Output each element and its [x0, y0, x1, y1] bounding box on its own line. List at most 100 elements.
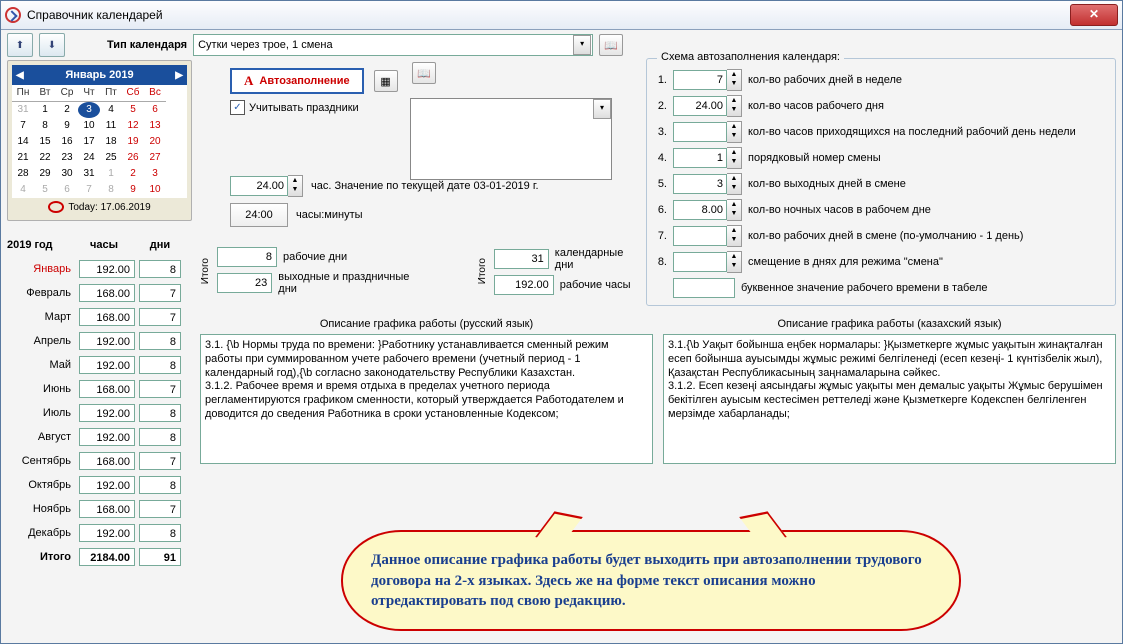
calendar-day[interactable]: 6 — [144, 102, 166, 118]
calendar-day[interactable]: 4 — [100, 102, 122, 118]
calendar-day[interactable]: 20 — [144, 134, 166, 150]
scheme-spinner[interactable]: ▲▼ — [673, 95, 742, 117]
chevron-down-icon[interactable]: ▾ — [573, 35, 591, 55]
calendar-day[interactable]: 23 — [56, 150, 78, 166]
calendar-day[interactable]: 29 — [34, 166, 56, 182]
calendar-day[interactable]: 7 — [78, 182, 100, 198]
calendar-day[interactable]: 5 — [122, 102, 144, 118]
calendar-day[interactable]: 2 — [122, 166, 144, 182]
calendar-day[interactable]: 5 — [34, 182, 56, 198]
calendar-day[interactable]: 13 — [144, 118, 166, 134]
lookup-button[interactable]: 📖 — [599, 34, 623, 56]
work-days-value: 8 — [217, 247, 277, 267]
bold-a-icon: A — [244, 73, 253, 89]
move-up-button[interactable]: ⬆ — [7, 33, 33, 57]
calendar-day[interactable]: 25 — [100, 150, 122, 166]
scheme-spinner[interactable]: ▲▼ — [673, 147, 742, 169]
scheme-row: 7.▲▼кол-во рабочих дней в смене (по-умол… — [653, 223, 1109, 249]
calendar-day[interactable]: 16 — [56, 134, 78, 150]
type-label: Тип календаря — [107, 39, 187, 51]
calendar-day[interactable]: 1 — [34, 102, 56, 118]
desc-kz-text[interactable]: 3.1.{\b Уақыт бойынша еңбек нормалары: }… — [663, 334, 1116, 464]
time-label: часы:минуты — [296, 209, 363, 221]
calendar-day[interactable]: 4 — [12, 182, 34, 198]
calendar-day[interactable]: 18 — [100, 134, 122, 150]
month-row[interactable]: Февраль168.007 — [7, 281, 192, 305]
month-row[interactable]: Май192.008 — [7, 353, 192, 377]
today-ring-icon — [48, 201, 64, 213]
calendar-day[interactable]: 8 — [100, 182, 122, 198]
calendar-day[interactable]: 24 — [78, 150, 100, 166]
scheme-spinner[interactable]: ▲▼ — [673, 199, 742, 221]
prev-month-icon[interactable]: ◀ — [16, 70, 24, 81]
hours-desc: час. Значение по текущей дате 03-01-2019… — [311, 180, 539, 192]
calendar-grid-icon[interactable]: ▦ — [374, 70, 398, 92]
spin-arrows-icon[interactable]: ▲▼ — [288, 175, 303, 197]
calendar-day[interactable]: 27 — [144, 150, 166, 166]
scheme-row: буквенное значение рабочего времени в та… — [653, 275, 1109, 301]
calendar-day[interactable]: 14 — [12, 134, 34, 150]
hours-spinner[interactable]: ▲▼ — [230, 175, 303, 197]
calendar-day[interactable]: 8 — [34, 118, 56, 134]
month-row[interactable]: Март168.007 — [7, 305, 192, 329]
calendar-day[interactable]: 9 — [122, 182, 144, 198]
chevron-down-icon[interactable]: ▾ — [593, 99, 611, 119]
calendar-day[interactable]: 21 — [12, 150, 34, 166]
calendar-day[interactable]: 10 — [78, 118, 100, 134]
close-button[interactable]: ✕ — [1070, 4, 1118, 26]
scheme-spinner[interactable]: ▲▼ — [673, 251, 742, 273]
month-row[interactable]: Апрель192.008 — [7, 329, 192, 353]
month-row[interactable]: Август192.008 — [7, 425, 192, 449]
month-row[interactable]: Январь192.008 — [7, 257, 192, 281]
scheme-spinner[interactable]: ▲▼ — [673, 225, 742, 247]
month-calendar[interactable]: ◀ Январь 2019 ▶ ПнВтСрЧтПтСбВс3112345678… — [7, 60, 192, 221]
scheme-row: 1.▲▼кол-во рабочих дней в неделе — [653, 67, 1109, 93]
next-month-icon[interactable]: ▶ — [175, 70, 183, 81]
calendar-day[interactable]: 7 — [12, 118, 34, 134]
month-row[interactable]: Сентябрь168.007 — [7, 449, 192, 473]
scheme-text-input[interactable] — [673, 278, 735, 298]
calendar-type-value: Сутки через трое, 1 смена — [198, 39, 333, 51]
autofill-button[interactable]: A Автозаполнение — [230, 68, 364, 94]
calendar-day[interactable]: 3 — [78, 102, 100, 118]
calendar-day[interactable]: 9 — [56, 118, 78, 134]
month-row[interactable]: Июль192.008 — [7, 401, 192, 425]
desc-ru-text[interactable]: 3.1. {\b Нормы труда по времени: }Работн… — [200, 334, 653, 464]
calendar-day[interactable]: 30 — [56, 166, 78, 182]
calendar-day[interactable]: 26 — [122, 150, 144, 166]
calendar-day[interactable]: 15 — [34, 134, 56, 150]
scheme-title: Схема автозаполнения календаря: — [657, 51, 844, 63]
move-down-button[interactable]: ⬇ — [39, 33, 65, 57]
holidays-label: Учитывать праздники — [249, 102, 359, 114]
month-row[interactable]: Ноябрь168.007 — [7, 497, 192, 521]
calendar-day[interactable]: 6 — [56, 182, 78, 198]
calendar-day[interactable]: 28 — [12, 166, 34, 182]
month-row[interactable]: Декабрь192.008 — [7, 521, 192, 545]
scheme-spinner[interactable]: ▲▼ — [673, 173, 742, 195]
calendar-day[interactable]: 31 — [12, 102, 34, 118]
scheme-row: 4.▲▼порядковый номер смены — [653, 145, 1109, 171]
calendar-day[interactable]: 22 — [34, 150, 56, 166]
time-button[interactable]: 24:00 — [230, 203, 288, 227]
col-hours: часы — [73, 239, 135, 251]
calendar-day[interactable]: 31 — [78, 166, 100, 182]
calendar-day[interactable]: 19 — [122, 134, 144, 150]
calendar-day[interactable]: 12 — [122, 118, 144, 134]
calendar-day[interactable]: 3 — [144, 166, 166, 182]
scheme-row: 6.▲▼кол-во ночных часов в рабочем дне — [653, 197, 1109, 223]
calendar-day[interactable]: 1 — [100, 166, 122, 182]
month-row[interactable]: Июнь168.007 — [7, 377, 192, 401]
calendar-day[interactable]: 11 — [100, 118, 122, 134]
scheme-spinner[interactable]: ▲▼ — [673, 69, 742, 91]
month-row[interactable]: Октябрь192.008 — [7, 473, 192, 497]
calendar-day[interactable]: 2 — [56, 102, 78, 118]
calendar-today[interactable]: Today: 17.06.2019 — [12, 198, 187, 216]
desc-kz-header: Описание графика работы (казахский язык) — [663, 318, 1116, 330]
calendar-day[interactable]: 10 — [144, 182, 166, 198]
blank-dropdown[interactable]: ▾ — [410, 98, 612, 180]
calendar-day[interactable]: 17 — [78, 134, 100, 150]
holidays-checkbox[interactable]: ✓ — [230, 100, 245, 115]
calendar-type-combo[interactable]: Сутки через трое, 1 смена ▾ — [193, 34, 593, 56]
scheme-spinner[interactable]: ▲▼ — [673, 121, 742, 143]
book-icon[interactable]: 📖 — [412, 62, 436, 84]
